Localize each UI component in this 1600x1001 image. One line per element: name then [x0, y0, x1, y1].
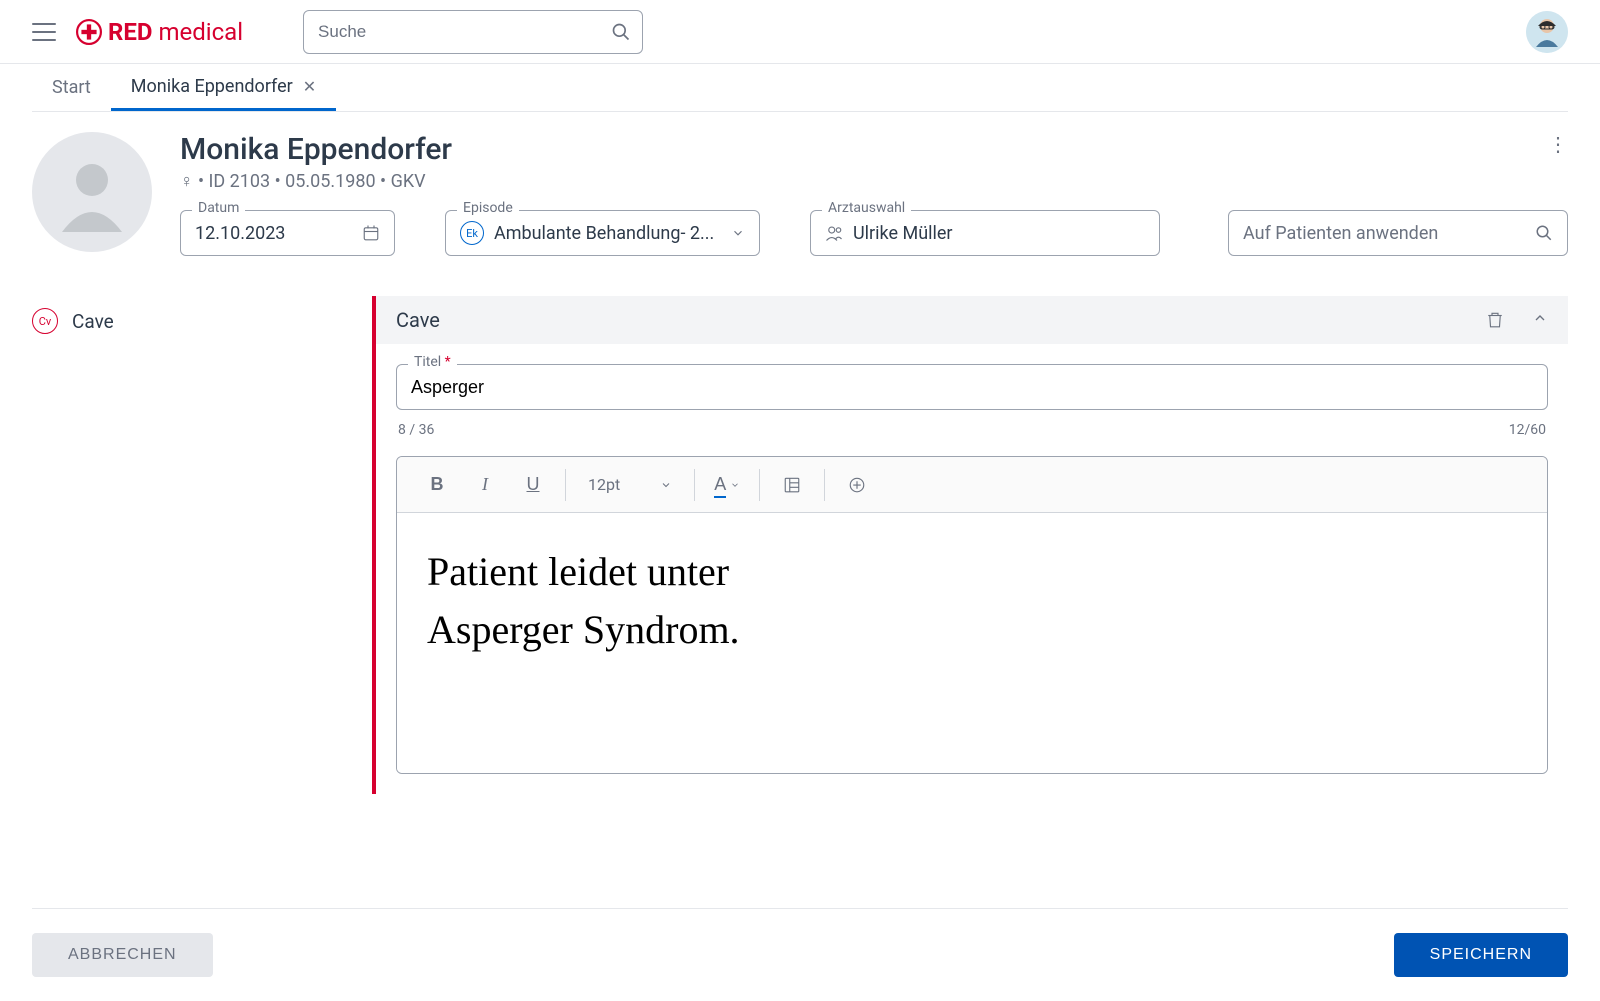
more-menu-icon[interactable]: ⋮: [1548, 132, 1568, 156]
date-value: 12.10.2023: [195, 223, 285, 244]
date-label: Datum: [192, 200, 245, 216]
editor-content[interactable]: Patient leidet unter Asperger Syndrom.: [397, 513, 1547, 773]
editor: B I U 12pt A: [396, 456, 1548, 774]
chevron-up-icon[interactable]: [1532, 310, 1548, 326]
app-header: RED medical: [0, 0, 1600, 64]
date-field[interactable]: Datum 12.10.2023: [180, 210, 395, 256]
doctor-icon: [825, 224, 843, 242]
episode-badge: Ek: [460, 221, 484, 245]
panel-body: Titel * 8 / 36 12/60 B I U 12pt: [376, 344, 1568, 794]
italic-button[interactable]: I: [461, 465, 509, 505]
doctor-value: Ulrike Müller: [853, 223, 953, 244]
episode-field[interactable]: Episode Ek Ambulante Behandlung- 2...: [445, 210, 760, 256]
bold-button[interactable]: B: [413, 465, 461, 505]
patient-header: Monika Eppendorfer ♀ • ID 2103 • 05.05.1…: [32, 132, 1568, 256]
cave-badge: Cv: [32, 308, 58, 334]
tab-patient[interactable]: Monika Eppendorfer ✕: [111, 64, 336, 111]
chevron-down-icon[interactable]: [731, 226, 745, 240]
save-button[interactable]: SPEICHERN: [1394, 933, 1568, 977]
underline-button[interactable]: U: [509, 465, 557, 505]
tab-start-label: Start: [52, 77, 91, 98]
add-button[interactable]: [833, 465, 881, 505]
calendar-icon[interactable]: [362, 224, 380, 242]
panel-header: Cave: [376, 296, 1568, 344]
title-input[interactable]: [396, 364, 1548, 410]
user-avatar[interactable]: [1526, 11, 1568, 53]
logo-text: RED medical: [108, 18, 243, 46]
patient-info: Monika Eppendorfer ♀ • ID 2103 • 05.05.1…: [180, 132, 1568, 256]
cancel-button[interactable]: ABBRECHEN: [32, 933, 213, 977]
search-input[interactable]: [303, 10, 643, 54]
title-field: Titel *: [396, 364, 1548, 410]
sidebar-item-cave[interactable]: Cv Cave: [32, 308, 372, 334]
chevron-down-icon: [660, 479, 672, 491]
editor-toolbar: B I U 12pt A: [397, 457, 1547, 513]
main-panel: Cave Titel * 8 / 36 12/60 B: [372, 296, 1568, 794]
search-icon[interactable]: [1535, 224, 1553, 242]
panel-title: Cave: [396, 308, 440, 332]
search-icon[interactable]: [611, 22, 631, 42]
body-section: Cv Cave Cave Titel * 8 / 36 12/60: [32, 296, 1568, 794]
count-left: 8 / 36: [398, 422, 434, 438]
handwriting-text: Patient leidet unter Asperger Syndrom.: [427, 543, 1517, 659]
char-counts: 8 / 36 12/60: [396, 418, 1548, 442]
apply-placeholder: Auf Patienten anwenden: [1243, 223, 1438, 244]
trash-icon[interactable]: [1486, 310, 1504, 330]
logo-icon: [76, 19, 102, 45]
close-icon[interactable]: ✕: [303, 77, 316, 96]
patient-meta: ♀ • ID 2103 • 05.05.1980 • GKV: [180, 171, 1568, 192]
layout-button[interactable]: [768, 465, 816, 505]
title-label: Titel *: [408, 354, 457, 370]
count-right: 12/60: [1509, 422, 1546, 438]
search-container: [303, 10, 643, 54]
tab-bar: Start Monika Eppendorfer ✕: [32, 64, 1568, 112]
episode-value: Ambulante Behandlung- 2...: [494, 223, 714, 244]
fontsize-value: 12pt: [588, 475, 620, 494]
fontsize-select[interactable]: 12pt: [574, 475, 686, 494]
patient-avatar[interactable]: [32, 132, 152, 252]
text-color-button[interactable]: A: [703, 465, 751, 505]
app-logo[interactable]: RED medical: [76, 18, 243, 46]
tab-start[interactable]: Start: [32, 64, 111, 111]
footer: ABBRECHEN SPEICHERN: [32, 908, 1568, 1001]
main-content: Monika Eppendorfer ♀ • ID 2103 • 05.05.1…: [0, 112, 1600, 814]
doctor-label: Arztauswahl: [822, 200, 911, 216]
tab-patient-label: Monika Eppendorfer: [131, 76, 293, 97]
episode-label: Episode: [457, 200, 519, 216]
cave-label: Cave: [72, 310, 114, 333]
field-row: Datum 12.10.2023 Episode Ek Ambulante Be…: [180, 210, 1568, 256]
apply-field[interactable]: Auf Patienten anwenden: [1228, 210, 1568, 256]
menu-icon[interactable]: [32, 23, 56, 41]
patient-name: Monika Eppendorfer: [180, 132, 1568, 167]
left-sidebar: Cv Cave: [32, 296, 372, 794]
doctor-field[interactable]: Arztauswahl Ulrike Müller: [810, 210, 1160, 256]
